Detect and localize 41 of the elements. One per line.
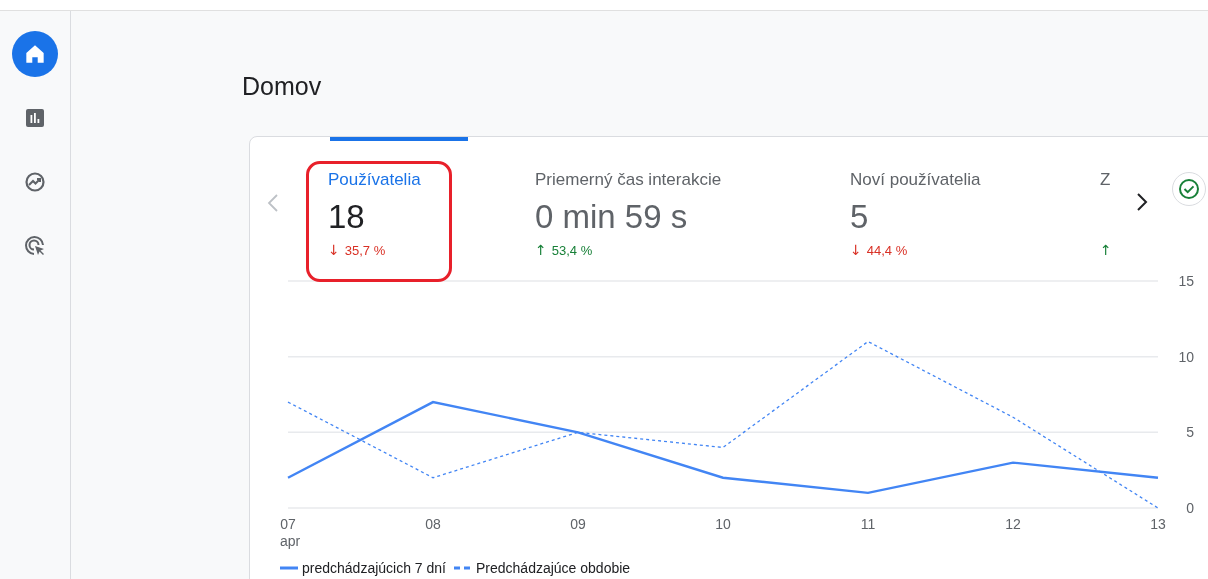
y-axis-label: 10 <box>1178 348 1194 365</box>
y-axis-label: 15 <box>1178 274 1194 289</box>
month-label: apr <box>280 533 301 549</box>
metric-value: 0 min 59 s <box>535 198 689 236</box>
x-axis-label: 12 <box>1005 516 1021 532</box>
trend-arrow: ↓ <box>328 242 340 258</box>
metric-label: Používatelia <box>328 170 422 190</box>
metric-value: 5 <box>850 198 870 236</box>
trend-arrow: ↑ <box>1100 242 1112 258</box>
metric-tab[interactable]: Z ↑ <box>1100 137 1118 258</box>
x-axis-label: 07 <box>280 516 296 532</box>
metric-tab[interactable]: Priemerný čas interakcie 0 min 59 s ↑ 53,4 % <box>535 137 850 258</box>
change-percent: 35,7 % <box>344 242 386 258</box>
change-percent: 44,4 % <box>866 242 908 258</box>
bar-chart-icon <box>23 106 47 130</box>
x-axis-label: 13 <box>1150 516 1166 532</box>
metric-value: 18 <box>328 198 366 236</box>
legend-label: Predchádzajúce obdobie <box>476 560 631 576</box>
check-circle-icon <box>1178 178 1200 200</box>
x-axis-label: 08 <box>425 516 441 532</box>
cursor-target-icon <box>23 234 47 258</box>
metric-label: Z <box>1100 170 1112 190</box>
legend-label: predchádzajúcich 7 dní <box>302 560 446 576</box>
trend-arrow: ↓ <box>850 242 862 258</box>
nav-item[interactable] <box>12 31 58 77</box>
trend-circle-icon <box>23 170 47 194</box>
chevron-right-icon <box>1136 192 1148 212</box>
x-axis-label: 09 <box>570 516 586 532</box>
metric-label: Noví používatelia <box>850 170 982 190</box>
chevron-left-icon <box>267 193 279 213</box>
x-axis-label: 11 <box>860 516 876 532</box>
trend-arrow: ↑ <box>535 242 547 258</box>
y-axis-label: 0 <box>1186 500 1194 516</box>
x-axis-label: 10 <box>715 516 731 532</box>
page-title: Domov <box>242 71 323 101</box>
metric-tab[interactable]: Noví používatelia 5 ↓ 44,4 % <box>850 137 1100 258</box>
status-button[interactable] <box>1172 172 1206 206</box>
y-axis-label: 5 <box>1186 424 1194 441</box>
change-percent: 53,4 % <box>551 242 593 258</box>
metric-label: Priemerný čas interakcie <box>535 170 723 190</box>
metric-tab[interactable]: Používatelia 18 ↓ 35,7 % <box>328 137 535 258</box>
